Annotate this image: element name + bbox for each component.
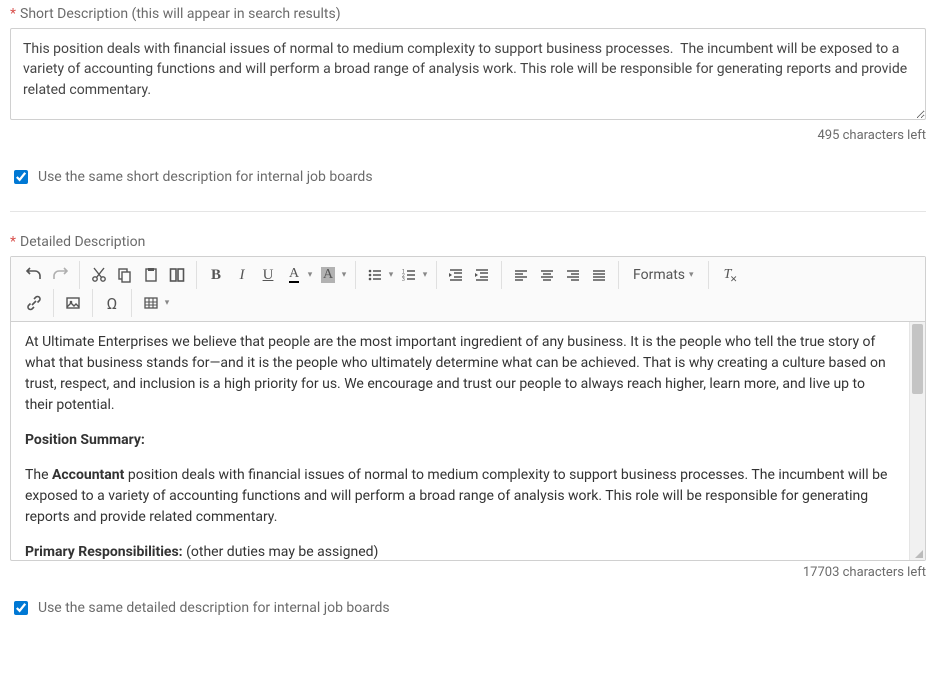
- special-character-button[interactable]: Ω: [99, 290, 125, 316]
- editor-scrollbar-thumb[interactable]: [912, 324, 923, 394]
- use-same-detailed-description-label: Use the same detailed description for in…: [38, 600, 390, 616]
- short-description-input[interactable]: [10, 28, 926, 120]
- short-description-char-counter: 495 characters left: [10, 128, 926, 143]
- find-replace-button[interactable]: [164, 262, 190, 288]
- align-center-button[interactable]: [534, 262, 560, 288]
- image-button[interactable]: [60, 290, 86, 316]
- detailed-description-label: *Detailed Description: [10, 234, 926, 250]
- required-star-icon: *: [10, 6, 16, 22]
- rich-text-editor: B I U A ▾ A ▾ ▾ 123 ▾: [10, 256, 926, 561]
- editor-scrollbar[interactable]: [909, 322, 925, 560]
- detailed-description-char-counter: 17703 characters left: [10, 565, 926, 580]
- use-same-short-description-label: Use the same short description for inter…: [38, 169, 373, 185]
- outdent-button[interactable]: [443, 262, 469, 288]
- italic-button[interactable]: I: [229, 262, 255, 288]
- editor-toolbar: B I U A ▾ A ▾ ▾ 123 ▾: [11, 257, 925, 322]
- detailed-intro-paragraph: At Ultimate Enterprises we believe that …: [25, 332, 895, 416]
- align-left-button[interactable]: [508, 262, 534, 288]
- position-summary-paragraph: The Accountant position deals with finan…: [25, 465, 895, 528]
- background-color-button[interactable]: A: [315, 262, 341, 288]
- primary-responsibilities-paragraph: Primary Responsibilities: (other duties …: [25, 542, 895, 560]
- cut-button[interactable]: [86, 262, 112, 288]
- undo-button[interactable]: [21, 262, 47, 288]
- bold-button[interactable]: B: [203, 262, 229, 288]
- table-button[interactable]: [138, 290, 164, 316]
- bullet-list-button[interactable]: [362, 262, 388, 288]
- required-star-icon: *: [10, 234, 16, 250]
- indent-button[interactable]: [469, 262, 495, 288]
- link-button[interactable]: [21, 290, 47, 316]
- section-divider: [10, 211, 926, 212]
- align-right-button[interactable]: [560, 262, 586, 288]
- copy-button[interactable]: [112, 262, 138, 288]
- editor-resize-handle[interactable]: [911, 546, 925, 560]
- align-justify-button[interactable]: [586, 262, 612, 288]
- text-color-button[interactable]: A: [281, 262, 307, 288]
- clear-formatting-button[interactable]: T✕: [715, 262, 741, 288]
- use-same-detailed-description-checkbox[interactable]: [14, 601, 28, 615]
- use-same-short-description-checkbox[interactable]: [14, 170, 28, 184]
- underline-button[interactable]: U: [255, 262, 281, 288]
- position-summary-heading: Position Summary:: [25, 432, 145, 448]
- short-description-label: *Short Description (this will appear in …: [10, 6, 926, 22]
- svg-text:3: 3: [402, 277, 405, 283]
- numbered-list-button[interactable]: 123: [396, 262, 422, 288]
- redo-button[interactable]: [47, 262, 73, 288]
- paste-button[interactable]: [138, 262, 164, 288]
- detailed-description-editor-body[interactable]: At Ultimate Enterprises we believe that …: [11, 322, 909, 560]
- formats-dropdown[interactable]: Formats▾: [625, 267, 702, 283]
